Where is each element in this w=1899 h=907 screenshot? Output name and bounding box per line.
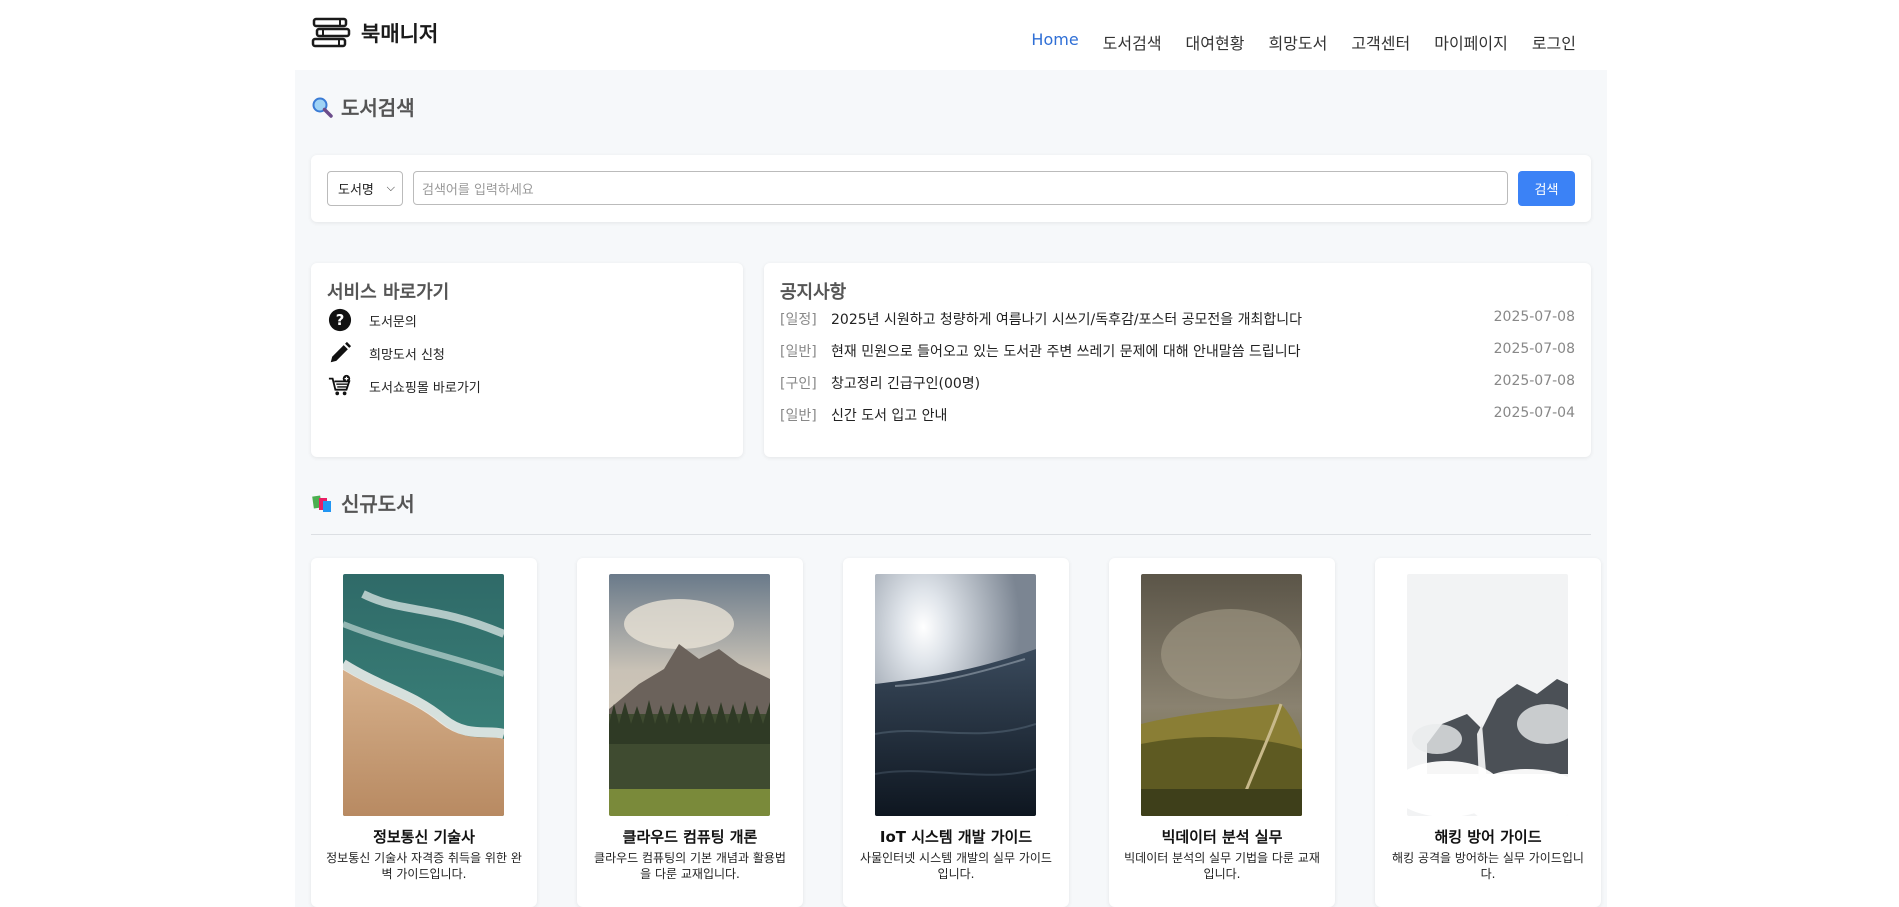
book-card[interactable]: 빅데이터 분석 실무 빅데이터 분석의 실무 기법을 다룬 교재입니다.: [1109, 558, 1335, 907]
notice-row[interactable]: [일정] 2025년 시원하고 청량하게 여름나기 시쓰기/독후감/포스터 공모…: [780, 309, 1575, 329]
book-card[interactable]: 정보통신 기술사 정보통신 기술사 자격증 취득을 위한 완벽 가이드입니다.: [311, 558, 537, 907]
book-title[interactable]: 해킹 방어 가이드: [1375, 826, 1601, 847]
header: 북매니저 Home 도서검색 대여현황 희망도서 고객센터 마이페이지 로그인: [0, 0, 1899, 70]
service-item-wish-request[interactable]: 희망도서 신청: [327, 340, 445, 366]
notice-row[interactable]: [구인] 창고정리 긴급구인(00명) 2025-07-08: [780, 373, 1575, 393]
notice-date: 2025-07-08: [1493, 341, 1575, 357]
book-title[interactable]: 정보통신 기술사: [311, 826, 537, 847]
book-description: 클라우드 컴퓨팅의 기본 개념과 활용법을 다룬 교재입니다.: [594, 851, 786, 881]
book-cover-image[interactable]: [1141, 574, 1302, 816]
book-description: 빅데이터 분석의 실무 기법을 다룬 교재입니다.: [1124, 851, 1320, 881]
book-title[interactable]: 빅데이터 분석 실무: [1109, 826, 1335, 847]
search-section-title: 도서검색: [311, 92, 415, 121]
notice-row[interactable]: [일반] 현재 민원으로 들어오고 있는 도서관 주변 쓰레기 문제에 대해 안…: [780, 341, 1575, 361]
question-icon: ?: [327, 307, 353, 333]
search-card: 도서명 ⌵ 검색어를 입력하세요 검색: [311, 155, 1591, 222]
services-title: 서비스 바로가기: [327, 282, 450, 303]
book-cover-image[interactable]: [343, 574, 504, 816]
logo[interactable]: 북매니저: [311, 16, 438, 50]
book-cover-image[interactable]: [1407, 574, 1568, 816]
book-card[interactable]: 클라우드 컴퓨팅 개론 클라우드 컴퓨팅의 기본 개념과 활용법을 다룬 교재입…: [577, 558, 803, 907]
notice-row[interactable]: [일반] 신간 도서 입고 안내 2025-07-04: [780, 405, 1575, 425]
book-description: 정보통신 기술사 자격증 취득을 위한 완벽 가이드입니다.: [326, 851, 522, 881]
notice-tag: [일정]: [780, 312, 817, 328]
nav-rental-status[interactable]: 대여현황: [1186, 30, 1245, 54]
book-description: 해킹 공격을 방어하는 실무 가이드입니다.: [1392, 851, 1584, 881]
nav-book-search[interactable]: 도서검색: [1103, 30, 1162, 54]
notices-card: 공지사항 [일정] 2025년 시원하고 청량하게 여름나기 시쓰기/독후감/포…: [764, 263, 1591, 457]
notice-date: 2025-07-08: [1493, 373, 1575, 389]
logo-text: 북매니저: [361, 22, 439, 46]
books-color-icon: [312, 495, 331, 512]
main-nav: Home 도서검색 대여현황 희망도서 고객센터 마이페이지 로그인: [1031, 30, 1576, 54]
notice-text: 창고정리 긴급구인(00명): [831, 376, 981, 392]
main-content: 도서검색 도서명 ⌵ 검색어를 입력하세요 검색 서비스 바로가기 ? 도서문의…: [295, 70, 1607, 907]
notice-date: 2025-07-04: [1493, 405, 1575, 421]
notice-tag: [일반]: [780, 344, 817, 360]
chevron-down-icon: ⌵: [386, 181, 395, 194]
notices-title: 공지사항: [780, 282, 847, 303]
service-item-inquiry[interactable]: ? 도서문의: [327, 307, 417, 333]
search-input[interactable]: 검색어를 입력하세요: [413, 171, 1508, 205]
nav-login[interactable]: 로그인: [1532, 30, 1576, 54]
section-divider: [311, 534, 1591, 535]
notice-tag: [일반]: [780, 408, 817, 424]
svg-text:?: ?: [336, 312, 345, 329]
search-type-select[interactable]: 도서명 ⌵: [327, 171, 403, 206]
nav-my-page[interactable]: 마이페이지: [1434, 30, 1508, 54]
pencil-icon: [327, 340, 353, 366]
magnifier-icon: [312, 97, 333, 118]
books-logo-icon: [311, 17, 351, 48]
book-cover-image[interactable]: [875, 574, 1036, 816]
book-description: 사물인터넷 시스템 개발의 실무 가이드입니다.: [860, 851, 1052, 881]
book-title[interactable]: IoT 시스템 개발 가이드: [843, 826, 1069, 847]
notice-text: 신간 도서 입고 안내: [831, 408, 948, 424]
book-card[interactable]: IoT 시스템 개발 가이드 사물인터넷 시스템 개발의 실무 가이드입니다.: [843, 558, 1069, 907]
cart-icon: [327, 373, 353, 399]
notice-date: 2025-07-08: [1493, 309, 1575, 325]
nav-home[interactable]: Home: [1031, 30, 1078, 54]
book-cover-image[interactable]: [609, 574, 770, 816]
book-card[interactable]: 해킹 방어 가이드 해킹 공격을 방어하는 실무 가이드입니다.: [1375, 558, 1601, 907]
search-button[interactable]: 검색: [1518, 171, 1575, 206]
notice-text: 2025년 시원하고 청량하게 여름나기 시쓰기/독후감/포스터 공모전을 개최…: [831, 312, 1303, 328]
new-books-section-title: 신규도서: [311, 488, 415, 517]
book-title[interactable]: 클라우드 컴퓨팅 개론: [577, 826, 803, 847]
notice-tag: [구인]: [780, 376, 817, 392]
notice-text: 현재 민원으로 들어오고 있는 도서관 주변 쓰레기 문제에 대해 안내말씀 드…: [831, 344, 1301, 360]
nav-customer-center[interactable]: 고객센터: [1351, 30, 1410, 54]
services-card: 서비스 바로가기 ? 도서문의 희망도서 신청 도서쇼핑몰 바로가기: [311, 263, 743, 457]
service-item-shop[interactable]: 도서쇼핑몰 바로가기: [327, 373, 481, 399]
nav-wish-book[interactable]: 희망도서: [1268, 30, 1327, 54]
